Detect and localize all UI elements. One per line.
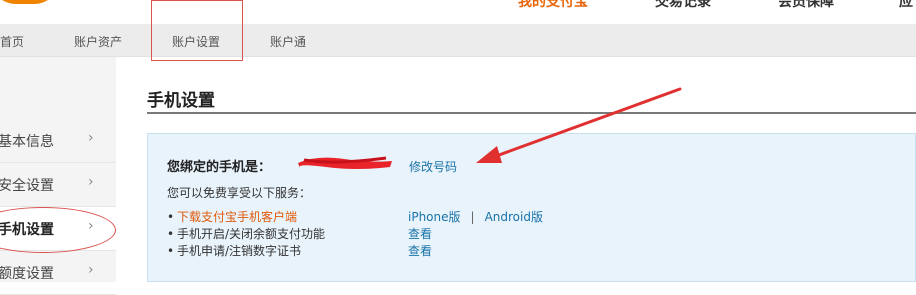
chevron-right-icon: ›	[88, 174, 94, 190]
annotation-highlight-box	[151, 0, 243, 61]
services-intro: 您可以免费享受以下服务：	[167, 186, 312, 200]
subnav-assets[interactable]: 账户资产	[74, 33, 122, 50]
alipay-logo[interactable]	[0, 0, 60, 4]
redacted-phone-number	[298, 156, 392, 169]
chevron-right-icon: ›	[88, 130, 94, 146]
download-client-link[interactable]: 下载支付宝手机客户端	[177, 210, 297, 224]
bullet: •	[167, 227, 175, 241]
page-title: 手机设置	[147, 91, 215, 111]
service-label: 手机申请/注销数字证书	[177, 244, 302, 258]
nav-member-protection[interactable]: 会员保障	[778, 0, 834, 11]
sidebar-item-label: 额度设置	[0, 266, 54, 282]
sidebar-item-label: 基本信息	[0, 134, 54, 150]
sub-navigation: 首页 账户资产 账户设置 账户通	[0, 24, 916, 57]
bullet: •	[167, 210, 175, 224]
service-item: • 手机开启/关闭余额支付功能	[167, 225, 325, 242]
modify-number-link[interactable]: 修改号码	[409, 158, 457, 175]
sidebar-item-security[interactable]: 安全设置 ›	[0, 163, 116, 207]
subnav-account-pass[interactable]: 账户通	[270, 33, 306, 50]
service-item: • 下载支付宝手机客户端	[167, 208, 297, 225]
service-label: 手机开启/关闭余额支付功能	[177, 227, 326, 241]
view-balance-payment-link[interactable]: 查看	[408, 227, 432, 241]
sidebar-item-label: 安全设置	[0, 178, 54, 194]
subnav-home[interactable]: 首页	[0, 33, 24, 50]
top-header: 我的支付宝 交易记录 会员保障 应	[0, 0, 916, 24]
sidebar-item-limits[interactable]: 额度设置 ›	[0, 251, 116, 295]
view-certificate-link[interactable]: 查看	[408, 244, 432, 258]
nav-transactions[interactable]: 交易记录	[655, 0, 711, 11]
bullet: •	[167, 244, 175, 258]
chevron-right-icon: ›	[88, 262, 94, 278]
iphone-version-link[interactable]: iPhone版	[408, 210, 461, 224]
service-actions: iPhone版 | Android版	[408, 208, 543, 225]
nav-my-alipay[interactable]: 我的支付宝	[518, 0, 588, 11]
service-item: • 手机申请/注销数字证书	[167, 242, 301, 259]
service-actions: 查看	[408, 225, 432, 242]
bound-phone-label: 您绑定的手机是：	[167, 160, 272, 175]
separator: |	[470, 210, 475, 224]
android-version-link[interactable]: Android版	[485, 210, 543, 224]
nav-more[interactable]: 应	[899, 0, 913, 11]
title-divider	[147, 112, 916, 114]
service-actions: 查看	[408, 242, 432, 259]
sidebar-item-basic-info[interactable]: 基本信息 ›	[0, 119, 116, 163]
